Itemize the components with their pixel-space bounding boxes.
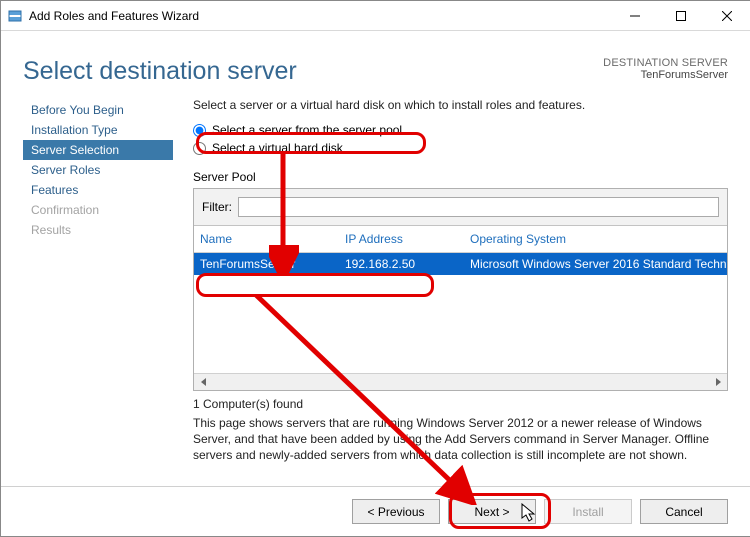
destination-server-value: TenForumsServer [603,69,728,81]
page-header: Select destination server DESTINATION SE… [1,31,750,98]
minimize-button[interactable] [612,1,658,30]
destination-server-info: DESTINATION SERVER TenForumsServer [603,57,728,81]
radio-vhd-input[interactable] [193,142,206,155]
scroll-right-icon[interactable] [710,376,725,389]
computers-found: 1 Computer(s) found [193,397,728,411]
cancel-button[interactable]: Cancel [640,499,728,524]
step-results: Results [23,220,173,240]
cell-os: Microsoft Windows Server 2016 Standard T… [464,253,727,276]
horizontal-scrollbar[interactable] [194,373,727,390]
table-row[interactable]: TenForumsServer 192.168.2.50 Microsoft W… [194,253,727,276]
server-pool-section: Server Pool Filter: Name IP Ad [193,170,728,464]
next-button[interactable]: Next > [448,499,536,524]
explain-text: This page shows servers that are running… [193,415,728,464]
install-button: Install [544,499,632,524]
maximize-button[interactable] [658,1,704,30]
window-controls [612,1,750,30]
destination-server-label: DESTINATION SERVER [603,57,728,69]
cell-ip: 192.168.2.50 [339,253,464,276]
filter-bar: Filter: [194,189,727,226]
radio-server-pool-label: Select a server from the server pool [212,123,402,137]
step-before-you-begin[interactable]: Before You Begin [23,100,173,120]
radio-server-pool[interactable]: Select a server from the server pool [193,122,728,140]
step-confirmation: Confirmation [23,200,173,220]
radio-vhd-label: Select a virtual hard disk [212,141,343,155]
server-pool-box: Filter: Name IP Address Operating System [193,188,728,391]
filter-input[interactable] [238,197,719,217]
close-button[interactable] [704,1,750,30]
step-installation-type[interactable]: Installation Type [23,120,173,140]
intro-text: Select a server or a virtual hard disk o… [193,98,728,112]
app-icon [7,8,23,24]
step-server-roles[interactable]: Server Roles [23,160,173,180]
table-header-row: Name IP Address Operating System [194,226,727,253]
window-title: Add Roles and Features Wizard [29,9,612,23]
radio-server-pool-input[interactable] [193,124,206,137]
filter-label: Filter: [202,200,232,214]
radio-vhd[interactable]: Select a virtual hard disk [193,140,728,158]
col-os[interactable]: Operating System [464,226,727,253]
wizard-steps: Before You Begin Installation Type Serve… [23,98,173,468]
step-features[interactable]: Features [23,180,173,200]
wizard-footer: < Previous Next > Install Cancel [1,486,750,536]
wizard-body: Before You Begin Installation Type Serve… [1,98,750,468]
previous-button[interactable]: < Previous [352,499,440,524]
page-title: Select destination server [23,57,297,86]
wizard-content: Select a server or a virtual hard disk o… [193,98,728,468]
server-list-blank [194,275,727,373]
col-ip[interactable]: IP Address [339,226,464,253]
scroll-left-icon[interactable] [196,376,211,389]
step-server-selection[interactable]: Server Selection [23,140,173,160]
server-pool-label: Server Pool [193,170,728,184]
col-name[interactable]: Name [194,226,339,253]
cell-name: TenForumsServer [194,253,339,276]
title-bar: Add Roles and Features Wizard [1,1,750,31]
server-table: Name IP Address Operating System TenForu… [194,226,727,275]
